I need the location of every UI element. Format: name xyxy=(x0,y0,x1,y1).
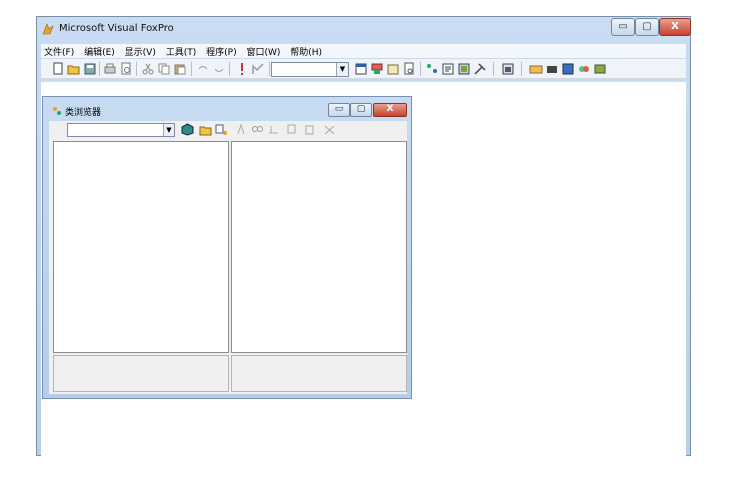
copy-icon[interactable] xyxy=(157,62,171,76)
view-members-icon[interactable] xyxy=(215,123,228,136)
component-gallery-icon[interactable] xyxy=(529,62,543,76)
clean-up-icon[interactable] xyxy=(303,123,316,136)
toolbox-icon[interactable] xyxy=(473,62,487,76)
database-dropdown[interactable]: ▼ xyxy=(271,62,349,77)
window-title: Microsoft Visual FoxPro xyxy=(59,23,174,34)
class-browser-body: ▼ xyxy=(49,121,407,394)
member-list-pane[interactable] xyxy=(231,141,407,353)
remove-icon[interactable] xyxy=(323,123,336,136)
task-list-icon[interactable] xyxy=(561,62,575,76)
menu-tools[interactable]: 工具(T) xyxy=(163,44,200,59)
code-icon[interactable] xyxy=(441,62,455,76)
component-gallery-icon[interactable] xyxy=(181,123,194,136)
menu-bar: 文件(F) 编辑(E) 显示(V) 工具(T) 程序(P) 窗口(W) 帮助(H… xyxy=(41,44,686,58)
menu-view[interactable]: 显示(V) xyxy=(122,44,159,59)
foxpro-app-icon xyxy=(42,23,54,35)
open-icon[interactable] xyxy=(67,62,81,76)
chevron-down-icon[interactable]: ▼ xyxy=(336,63,348,76)
menu-file[interactable]: 文件(F) xyxy=(41,44,77,59)
member-description-box xyxy=(231,355,407,392)
document-view-icon[interactable] xyxy=(577,62,591,76)
class-browser-window: 类浏览器 ▭ ▢ X ▼ xyxy=(42,96,412,399)
class-browser-icon[interactable] xyxy=(501,62,515,76)
create-instance-icon[interactable] xyxy=(235,123,248,136)
find-icon[interactable] xyxy=(251,123,264,136)
form-wizard-icon[interactable] xyxy=(386,62,400,76)
paste-icon[interactable] xyxy=(173,62,187,76)
print-preview-icon[interactable] xyxy=(119,62,133,76)
menu-window[interactable]: 窗口(W) xyxy=(243,44,283,59)
coverage-icon[interactable] xyxy=(545,62,559,76)
class-library-dropdown[interactable]: ▼ xyxy=(67,123,175,137)
menu-edit[interactable]: 编辑(E) xyxy=(81,44,118,59)
cut-icon[interactable] xyxy=(141,62,155,76)
class-browser-title-icon xyxy=(53,107,61,115)
maximize-button[interactable]: ▢ xyxy=(635,18,659,36)
undo-icon[interactable] xyxy=(196,62,210,76)
menu-help[interactable]: 帮助(H) xyxy=(287,44,325,59)
open-folder-icon[interactable] xyxy=(199,123,212,136)
run-icon[interactable] xyxy=(235,62,249,76)
class-browser-title: 类浏览器 xyxy=(65,108,102,118)
modify-icon[interactable] xyxy=(251,62,265,76)
close-button[interactable]: X xyxy=(659,18,691,36)
main-title-bar[interactable]: Microsoft Visual FoxPro ▭ ▢ X xyxy=(37,17,691,41)
object-browser-icon[interactable] xyxy=(593,62,607,76)
save-icon[interactable] xyxy=(83,62,97,76)
chevron-down-icon[interactable]: ▼ xyxy=(163,124,174,136)
new-icon[interactable] xyxy=(51,62,65,76)
child-minimize-button[interactable]: ▭ xyxy=(328,103,350,117)
print-icon[interactable] xyxy=(103,62,117,76)
minimize-button[interactable]: ▭ xyxy=(611,18,635,36)
redo-icon[interactable] xyxy=(212,62,226,76)
standard-toolbar: ▼ xyxy=(41,59,686,79)
rename-icon[interactable] xyxy=(267,123,280,136)
child-close-button[interactable]: X xyxy=(373,103,407,117)
view-window-icon[interactable] xyxy=(370,62,384,76)
command-window-icon[interactable] xyxy=(354,62,368,76)
report-wizard-icon[interactable] xyxy=(402,62,416,76)
class-description-box xyxy=(53,355,229,392)
menu-program[interactable]: 程序(P) xyxy=(203,44,239,59)
redefine-icon[interactable] xyxy=(287,123,300,136)
form-designer-icon[interactable] xyxy=(457,62,471,76)
class-list-pane[interactable] xyxy=(53,141,229,353)
child-maximize-button[interactable]: ▢ xyxy=(350,103,372,117)
properties-icon[interactable] xyxy=(425,62,439,76)
